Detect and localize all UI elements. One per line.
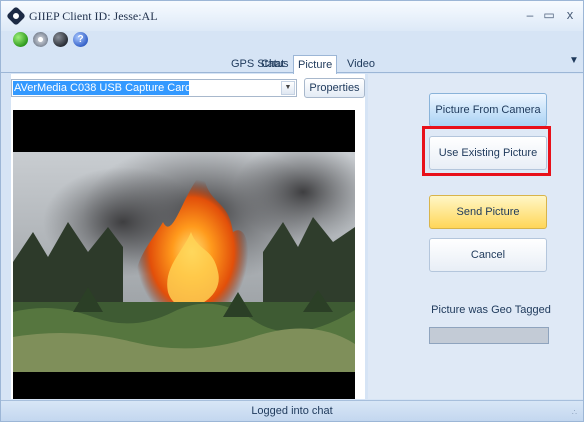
app-window: GIIEP Client ID: Jesse:AL – ▭ x ? GPS St… bbox=[0, 0, 584, 422]
geo-tag-progress-bar bbox=[429, 327, 549, 344]
app-logo-icon bbox=[6, 6, 26, 26]
disconnect-icon[interactable] bbox=[53, 32, 68, 47]
settings-icon[interactable] bbox=[33, 32, 48, 47]
connect-icon[interactable] bbox=[13, 32, 28, 47]
maximize-button[interactable]: ▭ bbox=[541, 7, 557, 23]
tab-video[interactable]: Video bbox=[343, 57, 379, 73]
highlight-box bbox=[422, 126, 551, 176]
window-title: GIIEP Client ID: Jesse:AL bbox=[29, 9, 158, 23]
status-bar: Logged into chat ∴ bbox=[1, 400, 583, 421]
tab-picture[interactable]: Picture bbox=[293, 55, 338, 74]
resize-grip-icon[interactable]: ∴ bbox=[572, 408, 577, 417]
status-text: Logged into chat bbox=[251, 405, 333, 417]
help-icon[interactable]: ? bbox=[73, 32, 88, 47]
chevron-down-icon[interactable]: ▼ bbox=[281, 81, 295, 95]
tab-strip: GPS Status Chat Picture Video bbox=[1, 55, 583, 74]
picture-from-camera-button[interactable]: Picture From Camera bbox=[429, 93, 547, 127]
capture-device-select[interactable]: AVerMedia C038 USB Capture Card ▼ bbox=[11, 79, 297, 97]
tab-menu-dropdown-icon[interactable]: ▼ bbox=[569, 55, 579, 66]
live-video-frame bbox=[13, 152, 355, 372]
tab-chat[interactable]: Chat bbox=[257, 57, 288, 73]
close-button[interactable]: x bbox=[562, 7, 578, 23]
minimize-button[interactable]: – bbox=[522, 7, 538, 23]
cancel-button[interactable]: Cancel bbox=[429, 238, 547, 272]
properties-button[interactable]: Properties bbox=[304, 78, 365, 98]
title-bar[interactable]: GIIEP Client ID: Jesse:AL – ▭ x bbox=[1, 1, 583, 31]
geo-tag-status-label: Picture was Geo Tagged bbox=[431, 304, 551, 316]
camera-preview bbox=[13, 110, 355, 399]
send-picture-button[interactable]: Send Picture bbox=[429, 195, 547, 229]
capture-device-value: AVerMedia C038 USB Capture Card bbox=[13, 81, 189, 95]
